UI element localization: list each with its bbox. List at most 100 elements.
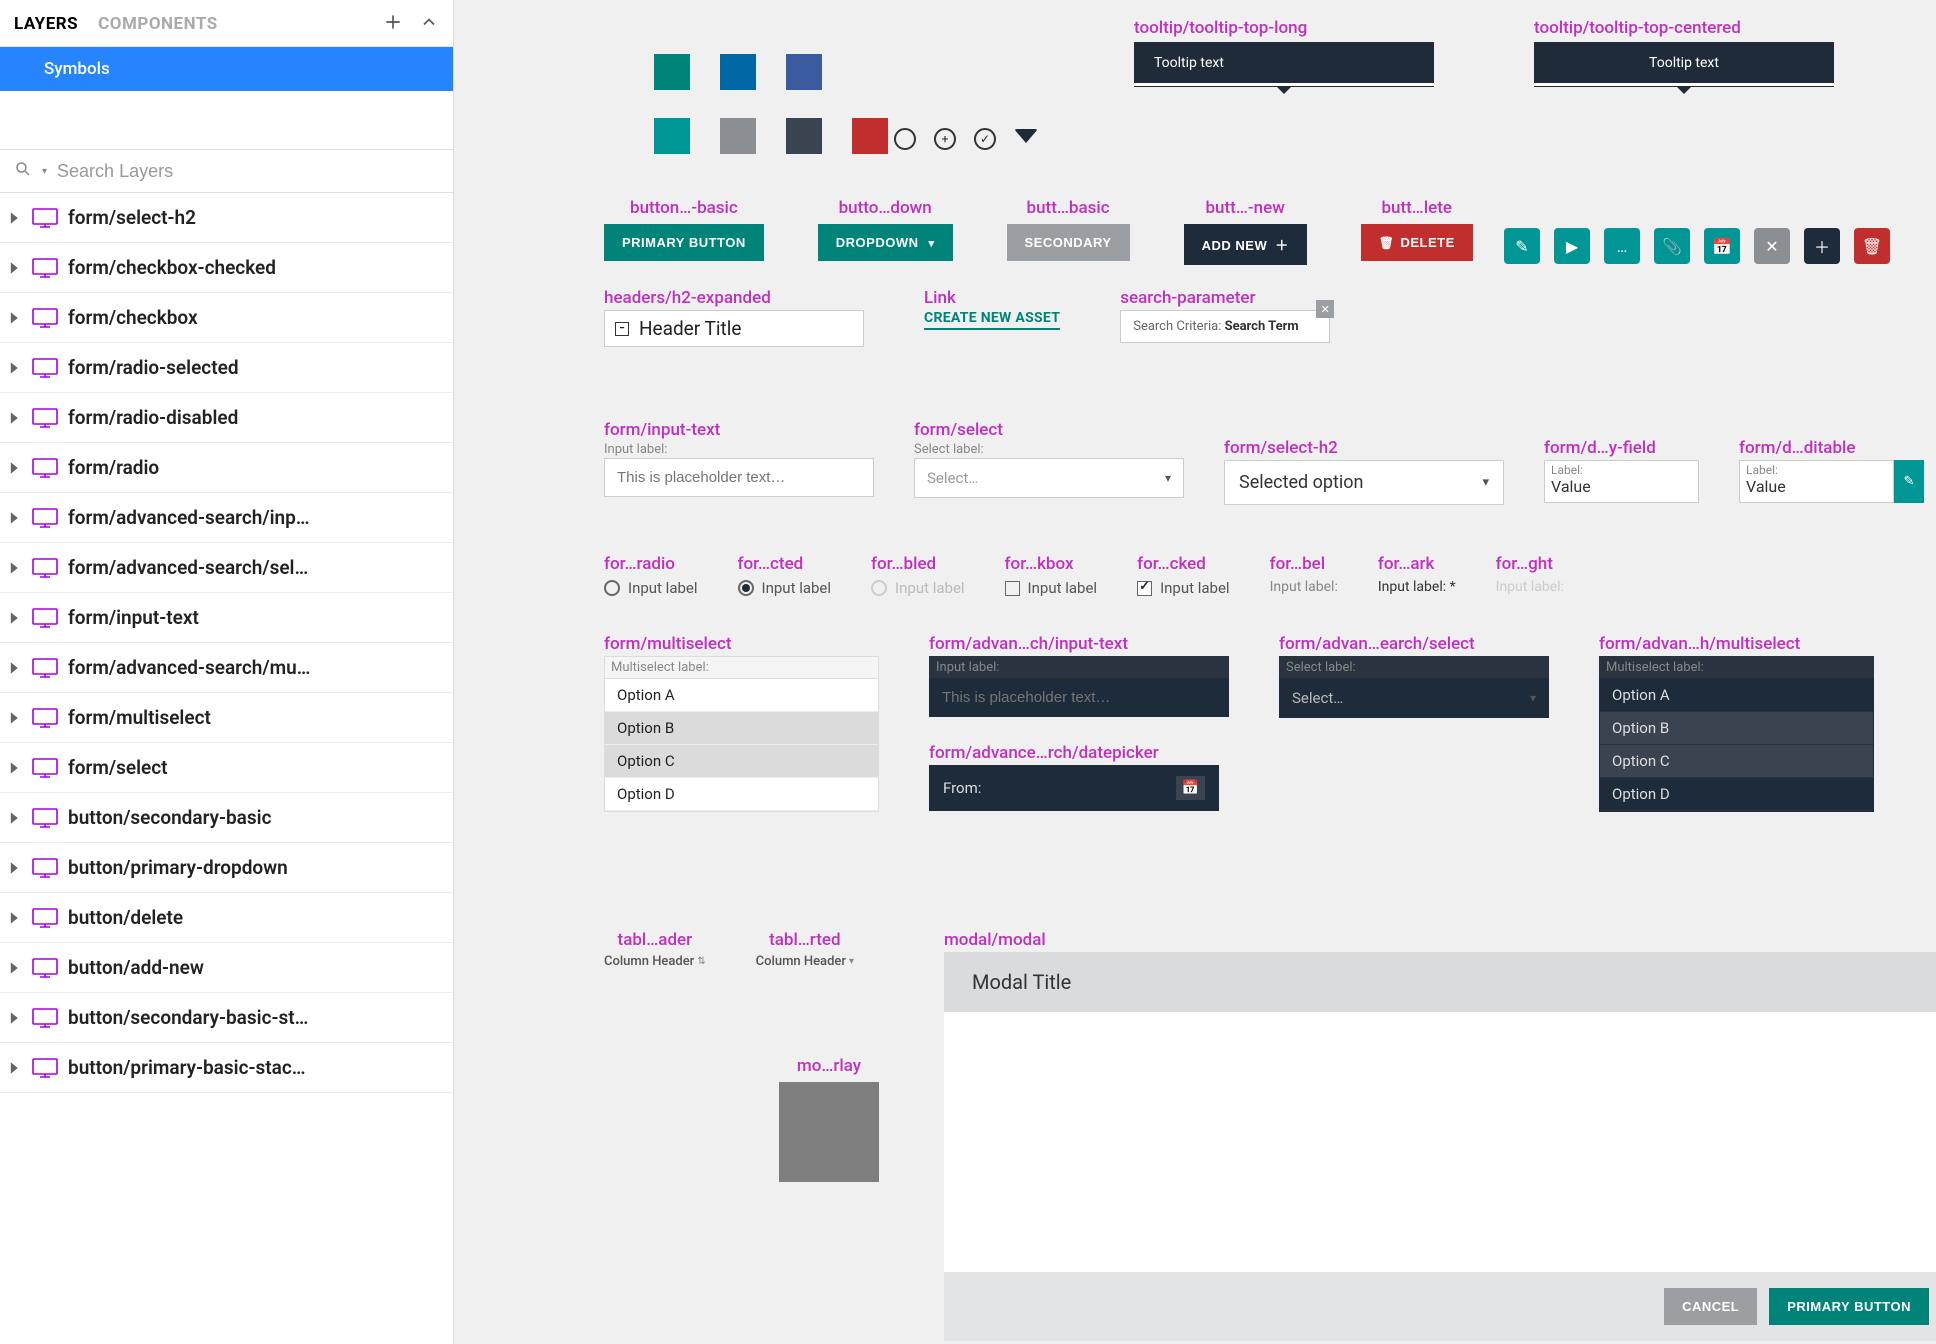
swatch-gray[interactable] — [720, 118, 756, 154]
calendar-icon[interactable]: 📅 — [1176, 776, 1205, 800]
attach-icon-button[interactable]: 📎 — [1654, 228, 1690, 264]
chevron-right-icon[interactable] — [8, 711, 22, 725]
layer-item[interactable]: button/secondary-basic-st… — [0, 993, 453, 1043]
text-input[interactable] — [604, 458, 874, 497]
adv-multiselect-label: form/advan…h/multiselect — [1599, 634, 1874, 654]
list-item[interactable]: Option A — [1600, 679, 1873, 712]
dropdown-button[interactable]: DROPDOWN — [818, 224, 953, 261]
collapse-icon[interactable] — [419, 12, 439, 36]
chevron-right-icon[interactable] — [8, 661, 22, 675]
list-item[interactable]: Option C — [1600, 745, 1873, 778]
chevron-right-icon[interactable] — [8, 911, 22, 925]
swatch-red[interactable] — [852, 118, 888, 154]
add-new-button[interactable]: ADD NEW — [1184, 224, 1307, 265]
chevron-right-icon[interactable] — [8, 1061, 22, 1075]
multiselect-list[interactable]: Option A Option B Option C Option D — [604, 678, 879, 812]
chevron-right-icon[interactable] — [8, 311, 22, 325]
layer-list[interactable]: form/select-h2form/checkbox-checkedform/… — [0, 193, 453, 1344]
chevron-right-icon[interactable] — [8, 611, 22, 625]
layer-item[interactable]: form/multiselect — [0, 693, 453, 743]
layer-item[interactable]: form/radio-selected — [0, 343, 453, 393]
search-layers-input[interactable] — [57, 161, 439, 182]
primary-button[interactable]: PRIMARY BUTTON — [604, 224, 764, 261]
search-dropdown-icon[interactable]: ▾ — [42, 166, 47, 177]
layer-item[interactable]: form/radio — [0, 443, 453, 493]
swatch-dark[interactable] — [786, 118, 822, 154]
plus-icon-button[interactable]: ＋ — [1804, 228, 1840, 264]
swatch-indigo[interactable] — [786, 54, 822, 90]
create-asset-link[interactable]: CREATE NEW ASSET — [924, 310, 1060, 330]
trash-icon-button[interactable]: 🗑 — [1854, 228, 1890, 264]
list-item[interactable]: Option B — [1600, 712, 1873, 745]
checkbox-input[interactable]: Input label — [1005, 579, 1098, 597]
layer-item[interactable]: button/secondary-basic — [0, 793, 453, 843]
list-item[interactable]: Option D — [1600, 778, 1873, 811]
chevron-right-icon[interactable] — [8, 761, 22, 775]
layer-item[interactable]: form/advanced-search/mu… — [0, 643, 453, 693]
layer-item[interactable]: form/checkbox-checked — [0, 243, 453, 293]
multiselect[interactable]: Multiselect label: Option A Option B Opt… — [604, 656, 879, 812]
list-item[interactable]: Option C — [605, 745, 878, 778]
close-icon-button[interactable]: ✕ — [1754, 228, 1790, 264]
tab-components[interactable]: COMPONENTS — [98, 14, 218, 34]
chevron-right-icon[interactable] — [8, 211, 22, 225]
adv-text-input[interactable] — [929, 678, 1229, 717]
chevron-right-icon[interactable] — [8, 361, 22, 375]
chevron-right-icon[interactable] — [8, 861, 22, 875]
layer-item[interactable]: form/input-text — [0, 593, 453, 643]
layer-item[interactable]: form/select-h2 — [0, 193, 453, 243]
layer-item[interactable]: form/select — [0, 743, 453, 793]
collapse-box-icon[interactable]: − — [615, 322, 629, 336]
adv-multiselect[interactable]: Multiselect label: Option A Option B Opt… — [1599, 656, 1874, 812]
cancel-button[interactable]: CANCEL — [1664, 1288, 1757, 1325]
calendar-icon-button[interactable]: 📅 — [1704, 228, 1740, 264]
list-item[interactable]: Option B — [605, 712, 878, 745]
play-icon-button[interactable]: ▶ — [1554, 228, 1590, 264]
chevron-right-icon[interactable] — [8, 1011, 22, 1025]
layer-item[interactable]: form/checkbox — [0, 293, 453, 343]
radio-selected-input[interactable]: Input label — [738, 579, 832, 597]
search-parameter[interactable]: Search Criteria: Search Term ✕ — [1120, 310, 1330, 343]
list-item[interactable]: Option A — [605, 679, 878, 712]
layer-item[interactable]: form/radio-disabled — [0, 393, 453, 443]
adv-multiselect-list[interactable]: Option A Option B Option C Option D — [1599, 678, 1874, 812]
checkbox-checked-input[interactable]: Input label — [1137, 579, 1230, 597]
modal-primary-button[interactable]: PRIMARY BUTTON — [1769, 1288, 1929, 1325]
close-icon[interactable]: ✕ — [1316, 300, 1334, 318]
swatch-teal[interactable] — [654, 118, 690, 154]
layer-item[interactable]: button/primary-basic-stac… — [0, 1043, 453, 1093]
list-item[interactable]: Option D — [605, 778, 878, 811]
canvas[interactable]: + ✓ tooltip/tooltip-top-long Tooltip tex… — [454, 0, 1936, 1344]
adv-select-input[interactable]: Select… — [1279, 678, 1549, 718]
table-column-header[interactable]: Column Header⇅ — [604, 954, 706, 969]
chevron-right-icon[interactable] — [8, 961, 22, 975]
layer-item[interactable]: button/add-new — [0, 943, 453, 993]
radio-input[interactable]: Input label — [604, 579, 698, 597]
adv-datepicker[interactable]: From: 📅 — [929, 765, 1219, 811]
swatch-blue[interactable] — [720, 54, 756, 90]
add-icon[interactable] — [383, 12, 403, 36]
table-column-header-sorted[interactable]: Column Header▾ — [756, 954, 854, 969]
misc-icon-row: + ✓ — [894, 128, 1038, 150]
edit-field-button[interactable]: ✎ — [1894, 460, 1924, 503]
chevron-right-icon[interactable] — [8, 561, 22, 575]
pencil-icon-button[interactable]: ✎ — [1504, 228, 1540, 264]
chevron-right-icon[interactable] — [8, 511, 22, 525]
chevron-right-icon[interactable] — [8, 811, 22, 825]
tab-layers[interactable]: LAYERS — [14, 14, 78, 34]
chevron-right-icon[interactable] — [8, 461, 22, 475]
select-input[interactable]: Select… — [914, 458, 1184, 498]
chevron-right-icon[interactable] — [8, 411, 22, 425]
h2-expanded[interactable]: − Header Title — [604, 310, 864, 347]
swatch-teal-dark[interactable] — [654, 54, 690, 90]
more-icon-button[interactable]: … — [1604, 228, 1640, 264]
layer-item[interactable]: button/delete — [0, 893, 453, 943]
select-h2-input[interactable]: Selected option — [1224, 460, 1504, 505]
chevron-right-icon[interactable] — [8, 261, 22, 275]
secondary-button[interactable]: SECONDARY — [1007, 224, 1130, 261]
layer-item[interactable]: form/advanced-search/inp… — [0, 493, 453, 543]
delete-button[interactable]: DELETE — [1361, 224, 1473, 261]
layer-item[interactable]: button/primary-dropdown — [0, 843, 453, 893]
layer-item[interactable]: form/advanced-search/sel… — [0, 543, 453, 593]
layers-root-symbols[interactable]: Symbols — [0, 47, 453, 91]
